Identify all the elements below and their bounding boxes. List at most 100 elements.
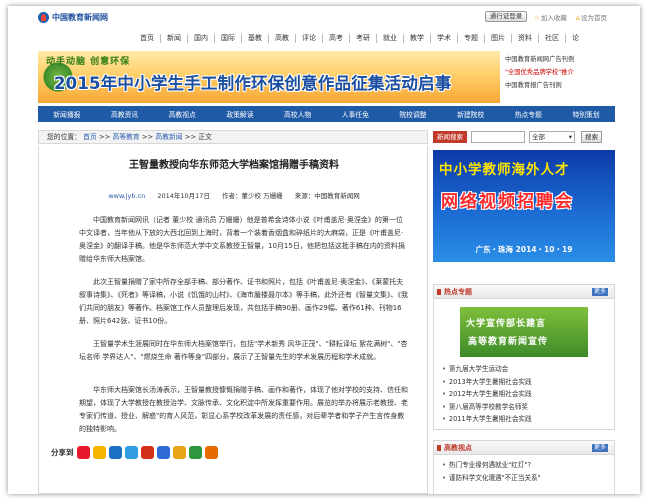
sub-nav-item[interactable]: 热点专题 [513, 109, 544, 119]
main-nav-item[interactable]: 资料 [511, 34, 538, 43]
login-button[interactable]: 通行证登录 [485, 11, 527, 22]
sub-nav-item[interactable]: 政策解读 [224, 109, 255, 119]
main-nav-item[interactable]: 高教 [268, 34, 295, 43]
breadcrumb-current: 正文 [198, 133, 212, 141]
hot-topic-image[interactable]: 大学宣传部长建言 高等教育新闻宣传 [460, 307, 588, 357]
star-icon: ☆ [534, 14, 540, 22]
view-list-item[interactable]: 谨防科学文化遭遇"不正当关系" [442, 472, 614, 485]
main-nav-item[interactable]: 社区 [538, 34, 565, 43]
main-nav-item[interactable]: 学术 [430, 34, 457, 43]
paper-ad-rate-link[interactable]: 中国教育报广告刊例 [505, 79, 617, 92]
set-homepage-link[interactable]: ⌂设为首页 [576, 12, 607, 22]
home-icon: ⌂ [575, 14, 580, 22]
sohu-share-icon[interactable] [172, 446, 186, 459]
sub-nav-item[interactable]: 高教资讯 [109, 109, 140, 119]
breadcrumb-higher-ed[interactable]: 高等教育 [112, 133, 139, 141]
search-scope-select[interactable]: 全部 [529, 131, 575, 143]
sub-nav-item[interactable]: 高校人物 [282, 109, 313, 119]
source-site-link[interactable]: www.jyb.cn [108, 192, 145, 200]
sub-nav-item[interactable]: 人事任免 [340, 109, 371, 119]
tencent-weibo-share-icon[interactable] [124, 446, 138, 459]
sub-nav-item[interactable]: 新闻播报 [51, 109, 82, 119]
brand-school-link[interactable]: "全国优秀品牌学校"推介 [505, 66, 617, 79]
main-nav: 首页 新闻 国内 国际 基教 高教 评论 高考 考研 就业 教学 学术 专题 图片 资料 社区论 [134, 34, 585, 43]
news-search: 新闻搜索 全部 搜索 [433, 130, 615, 144]
kaixin-share-icon[interactable] [140, 446, 154, 459]
banner-title: 2015年中小学生手工制作环保创意作品征集活动启事 [54, 74, 452, 93]
main-nav-item[interactable]: 国际 [214, 34, 241, 43]
breadcrumb-prefix: 您的位置： [47, 133, 81, 141]
search-button[interactable]: 搜索 [581, 131, 602, 143]
douban-share-icon[interactable] [188, 446, 202, 459]
hot-topics-header: 热点专题 更多 [434, 285, 614, 299]
main-nav-item[interactable]: 国内 [187, 34, 214, 43]
article-paragraph: 此次王智量捐赠了家中所存全部手稿、部分著作、证书和照片，包括《叶甫盖尼·奥涅金》… [79, 278, 408, 325]
breadcrumb-news[interactable]: 高教新闻 [155, 133, 182, 141]
baidu-share-icon[interactable] [156, 446, 170, 459]
view-title: 高教视点 [444, 444, 472, 452]
article-paragraph: 王智量学术生涯展同时在华东师大档案馆举行，包括"学术新秀 风华正茂"、"耕耘译坛… [79, 340, 408, 361]
hot-topic-item[interactable]: 第九届大学生运动会 [442, 363, 614, 376]
article-date: 2014年10月17日 [157, 192, 210, 200]
breadcrumb-sep: >> [184, 133, 199, 141]
main-nav-item[interactable]: 评论 [295, 34, 322, 43]
top-bar: 中国教育新闻网 通行证登录 ☆加入收藏 ⌂设为首页 首页 新闻 国内 国际 基教 高教 评论… [8, 6, 640, 43]
article: 王智量教授向华东师范大学档案馆捐赠手稿资料 www.jyb.cn 2014年10… [38, 146, 428, 494]
hot-topic-item[interactable]: 2012年大学生暑期社会实践 [442, 388, 614, 401]
banner-slogan: 动手动脑 创意环保 [46, 57, 131, 67]
hot-topics-panel: 热点专题 更多 大学宣传部长建言 高等教育新闻宣传 第九届大学生运动会2013年… [433, 284, 615, 430]
main-nav-item[interactable]: 教学 [403, 34, 430, 43]
hot-topics-title: 热点专题 [444, 288, 472, 296]
main-nav-item[interactable]: 基教 [241, 34, 268, 43]
main-nav-item[interactable]: 论 [565, 34, 585, 43]
ad-rate-link[interactable]: 中国教育新闻网广告刊例 [505, 53, 617, 66]
sub-nav-item[interactable]: 特别策划 [570, 109, 601, 119]
qzone-share-icon[interactable] [92, 446, 106, 459]
view-more-link[interactable]: 更多 [591, 444, 608, 452]
top-side-links: 中国教育新闻网广告刊例 "全国优秀品牌学校"推介 中国教育报广告刊例 [505, 53, 617, 92]
main-nav-item[interactable]: 专题 [457, 34, 484, 43]
share-bar: 分享到 [51, 446, 218, 459]
top-links: ☆加入收藏 ⌂设为首页 [534, 12, 607, 22]
recruit-line1: 中小学教师海外人才 [439, 162, 570, 178]
breadcrumb: 您的位置： 首页 >> 高等教育 >> 高教新闻 >> 正文 [38, 130, 428, 144]
main-nav-item[interactable]: 就业 [376, 34, 403, 43]
article-meta: www.jyb.cn 2014年10月17日 作者：董少校 万姗姗 来源：中国教… [39, 190, 429, 200]
logo-icon [38, 12, 49, 23]
more-share-icon[interactable] [204, 446, 218, 459]
article-author: 作者：董少校 万姗姗 [222, 192, 283, 200]
recruit-line2: 网络视频招聘会 [441, 192, 574, 212]
main-nav-item[interactable]: 新闻 [160, 34, 187, 43]
higher-ed-view-panel: 高教视点 更多 热门专业缘何遇就业"红灯"?谨防科学文化遭遇"不正当关系" [433, 440, 615, 494]
hot-topic-item[interactable]: 第八届高等学校教学名师奖 [442, 401, 614, 414]
renren-share-icon[interactable] [108, 446, 122, 459]
share-label: 分享到 [51, 448, 74, 457]
view-list-item[interactable]: 热门专业缘何遇就业"红灯"? [442, 459, 614, 472]
main-nav-item[interactable]: 高考 [322, 34, 349, 43]
article-paragraph: 中国教育新闻网讯（记者 董少校 通讯员 万姗姗）他是普希金诗体小说《叶甫盖尼·奥… [79, 216, 405, 263]
hot-topics-more-link[interactable]: 更多 [591, 288, 608, 296]
sub-nav: 新闻播报 高教资讯 高教视点 政策解读 高校人物 人事任免 院校调整 新建院校 热点专题 特别策划 [38, 106, 615, 122]
search-input[interactable] [471, 131, 525, 143]
breadcrumb-sep: >> [98, 133, 113, 141]
site-logo[interactable]: 中国教育新闻网 [38, 12, 108, 23]
hot-image-line1: 大学宣传部长建言 [466, 319, 547, 329]
recruitment-banner[interactable]: 中小学教师海外人才 网络视频招聘会 广东・珠海 2014・10・19 [433, 150, 615, 262]
hot-topic-item[interactable]: 2013年大学生暑期社会实践 [442, 376, 614, 389]
view-header: 高教视点 更多 [434, 441, 614, 455]
article-origin: 来源：中国教育新闻网 [294, 192, 360, 200]
main-nav-item[interactable]: 图片 [484, 34, 511, 43]
main-nav-item[interactable]: 考研 [349, 34, 376, 43]
logo-text: 中国教育新闻网 [52, 13, 108, 22]
main-nav-item[interactable]: 首页 [134, 34, 160, 43]
hot-topic-item[interactable]: 2011年大学生暑期社会实践 [442, 413, 614, 426]
sub-nav-item[interactable]: 院校调整 [397, 109, 428, 119]
weibo-share-icon[interactable] [76, 446, 90, 459]
hot-image-line2: 高等教育新闻宣传 [468, 337, 549, 347]
breadcrumb-home[interactable]: 首页 [83, 133, 97, 141]
breadcrumb-sep: >> [141, 133, 156, 141]
sub-nav-item[interactable]: 新建院校 [455, 109, 486, 119]
sub-nav-item[interactable]: 高教视点 [167, 109, 198, 119]
promo-banner[interactable]: 动手动脑 创意环保 2015年中小学生手工制作环保创意作品征集活动启事 [38, 51, 500, 103]
add-favorite-link[interactable]: ☆加入收藏 [534, 12, 567, 22]
